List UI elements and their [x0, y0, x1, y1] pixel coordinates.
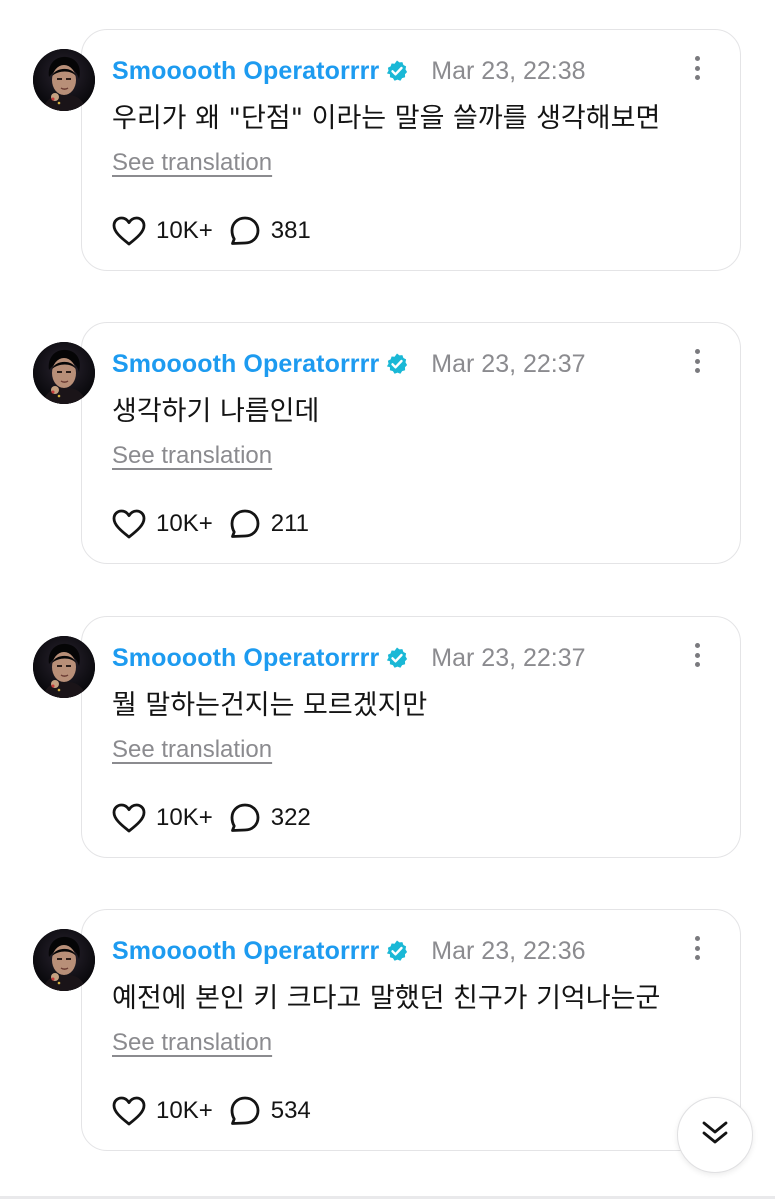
see-translation-link[interactable]: See translation	[112, 1029, 272, 1057]
reply-button[interactable]: 381	[229, 215, 311, 247]
more-options-icon[interactable]	[692, 56, 702, 84]
heart-icon	[112, 216, 146, 246]
post-header: Smooooth Operatorrrr Mar 23, 22:37	[112, 641, 586, 675]
post-timestamp: Mar 23, 22:37	[431, 643, 586, 672]
post-card: Smooooth Operatorrrr Mar 23, 22:38 우리가 왜…	[81, 29, 741, 271]
like-button[interactable]: 10K+	[112, 216, 213, 246]
more-options-icon[interactable]	[692, 349, 702, 377]
reply-count: 211	[270, 510, 309, 537]
post-card: Smooooth Operatorrrr Mar 23, 22:37 뭘 말하는…	[81, 616, 741, 858]
post-card: Smooooth Operatorrrr Mar 23, 22:37 생각하기 …	[81, 322, 741, 564]
post-text: 예전에 본인 키 크다고 말했던 친구가 기억나는군	[112, 983, 661, 1014]
more-options-icon[interactable]	[692, 643, 702, 671]
reply-count: 534	[270, 1097, 311, 1124]
post-actions: 10K+ 322	[112, 801, 311, 835]
see-translation-link[interactable]: See translation	[112, 736, 272, 764]
post-actions: 10K+ 534	[112, 1094, 311, 1128]
scroll-down-button[interactable]	[677, 1097, 753, 1173]
avatar[interactable]	[33, 636, 95, 698]
post-actions: 10K+ 211	[112, 507, 309, 541]
post-header: Smooooth Operatorrrr Mar 23, 22:38	[112, 54, 586, 88]
post-timestamp: Mar 23, 22:37	[431, 349, 586, 378]
double-chevron-down-icon	[700, 1118, 730, 1153]
see-translation-link[interactable]: See translation	[112, 149, 272, 177]
speech-bubble-icon	[229, 1095, 261, 1127]
avatar[interactable]	[33, 49, 95, 111]
post: Smooooth Operatorrrr Mar 23, 22:36 예전에 본…	[0, 909, 775, 1169]
post-text: 우리가 왜 "단점" 이라는 말을 쓸까를 생각해보면	[112, 103, 661, 134]
reply-count: 322	[270, 804, 311, 831]
verified-badge-icon	[385, 352, 409, 376]
speech-bubble-icon	[229, 508, 261, 540]
heart-icon	[112, 803, 146, 833]
verified-badge-icon	[385, 939, 409, 963]
post-text: 생각하기 나름인데	[112, 396, 320, 427]
like-button[interactable]: 10K+	[112, 1096, 213, 1126]
heart-icon	[112, 1096, 146, 1126]
reply-button[interactable]: 211	[229, 508, 309, 540]
avatar[interactable]	[33, 929, 95, 991]
like-count: 10K+	[156, 217, 213, 244]
username[interactable]: Smooooth Operatorrrr	[112, 937, 379, 966]
post-text: 뭘 말하는건지는 모르겠지만	[112, 690, 428, 721]
avatar[interactable]	[33, 342, 95, 404]
post-actions: 10K+ 381	[112, 214, 311, 248]
username[interactable]: Smooooth Operatorrrr	[112, 644, 379, 673]
post-header: Smooooth Operatorrrr Mar 23, 22:37	[112, 347, 586, 381]
post-timestamp: Mar 23, 22:36	[431, 936, 586, 965]
like-count: 10K+	[156, 510, 213, 537]
like-count: 10K+	[156, 804, 213, 831]
like-count: 10K+	[156, 1097, 213, 1124]
speech-bubble-icon	[229, 215, 261, 247]
username[interactable]: Smooooth Operatorrrr	[112, 350, 379, 379]
reply-count: 381	[270, 217, 311, 244]
reply-button[interactable]: 322	[229, 802, 311, 834]
like-button[interactable]: 10K+	[112, 803, 213, 833]
post: Smooooth Operatorrrr Mar 23, 22:38 우리가 왜…	[0, 29, 775, 289]
post-header: Smooooth Operatorrrr Mar 23, 22:36	[112, 934, 586, 968]
more-options-icon[interactable]	[692, 936, 702, 964]
verified-badge-icon	[385, 646, 409, 670]
reply-button[interactable]: 534	[229, 1095, 311, 1127]
post-timestamp: Mar 23, 22:38	[431, 56, 586, 85]
username[interactable]: Smooooth Operatorrrr	[112, 57, 379, 86]
post-card: Smooooth Operatorrrr Mar 23, 22:36 예전에 본…	[81, 909, 741, 1151]
post: Smooooth Operatorrrr Mar 23, 22:37 생각하기 …	[0, 322, 775, 582]
like-button[interactable]: 10K+	[112, 509, 213, 539]
verified-badge-icon	[385, 59, 409, 83]
heart-icon	[112, 509, 146, 539]
speech-bubble-icon	[229, 802, 261, 834]
post: Smooooth Operatorrrr Mar 23, 22:37 뭘 말하는…	[0, 616, 775, 876]
see-translation-link[interactable]: See translation	[112, 442, 272, 470]
